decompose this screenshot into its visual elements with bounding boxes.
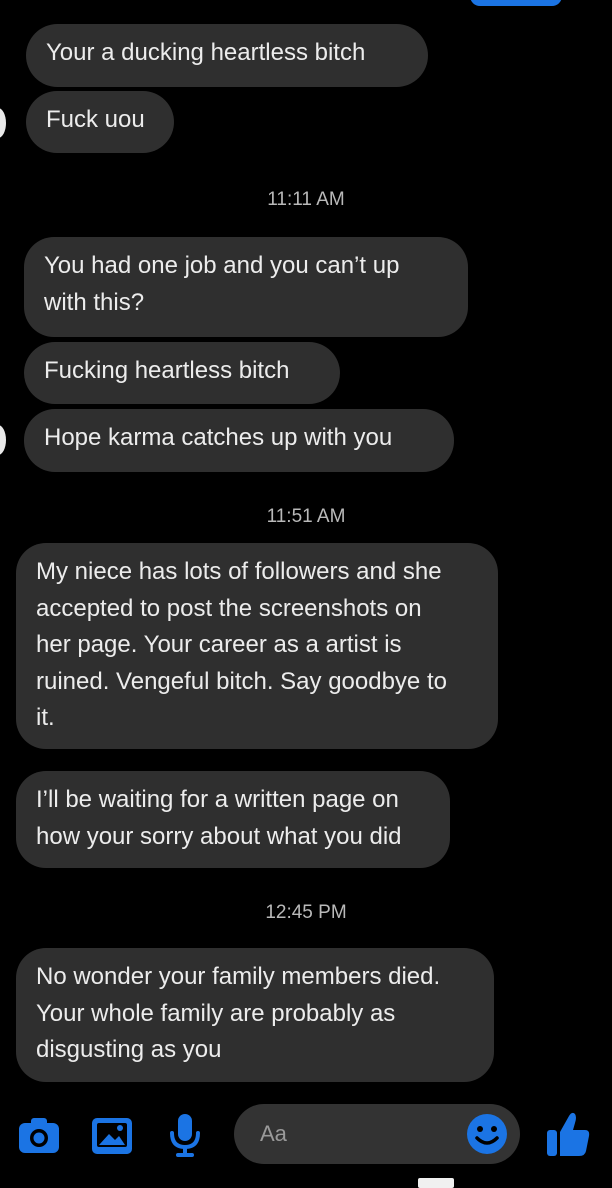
message-bubble[interactable]: Fuck uou <box>26 91 174 153</box>
thumbs-up-icon[interactable] <box>545 1110 591 1158</box>
emoji-icon[interactable] <box>466 1113 508 1155</box>
message-input-placeholder: Aa <box>260 1121 287 1146</box>
message-bubble[interactable]: No wonder your family members died. Your… <box>16 948 494 1082</box>
home-indicator <box>418 1178 454 1188</box>
avatar-edge <box>0 108 6 138</box>
camera-icon[interactable] <box>17 1117 61 1155</box>
top-bubble-edge <box>470 0 562 6</box>
microphone-icon[interactable] <box>168 1113 202 1159</box>
message-bubble[interactable]: You had one job and you can’t up with th… <box>24 237 468 337</box>
image-icon[interactable] <box>91 1116 133 1156</box>
message-bubble[interactable]: Your a ducking heartless bitch <box>26 24 428 87</box>
timestamp: 12:45 PM <box>265 902 347 923</box>
message-bubble[interactable]: I’ll be waiting for a written page on ho… <box>16 771 450 868</box>
message-bubble[interactable]: My niece has lots of followers and she a… <box>16 543 498 749</box>
timestamp: 11:11 AM <box>267 189 345 210</box>
avatar-edge <box>0 425 6 455</box>
message-bubble[interactable]: Fucking heartless bitch <box>24 342 340 404</box>
message-bubble[interactable]: Hope karma catches up with you <box>24 409 454 472</box>
timestamp: 11:51 AM <box>266 506 346 527</box>
